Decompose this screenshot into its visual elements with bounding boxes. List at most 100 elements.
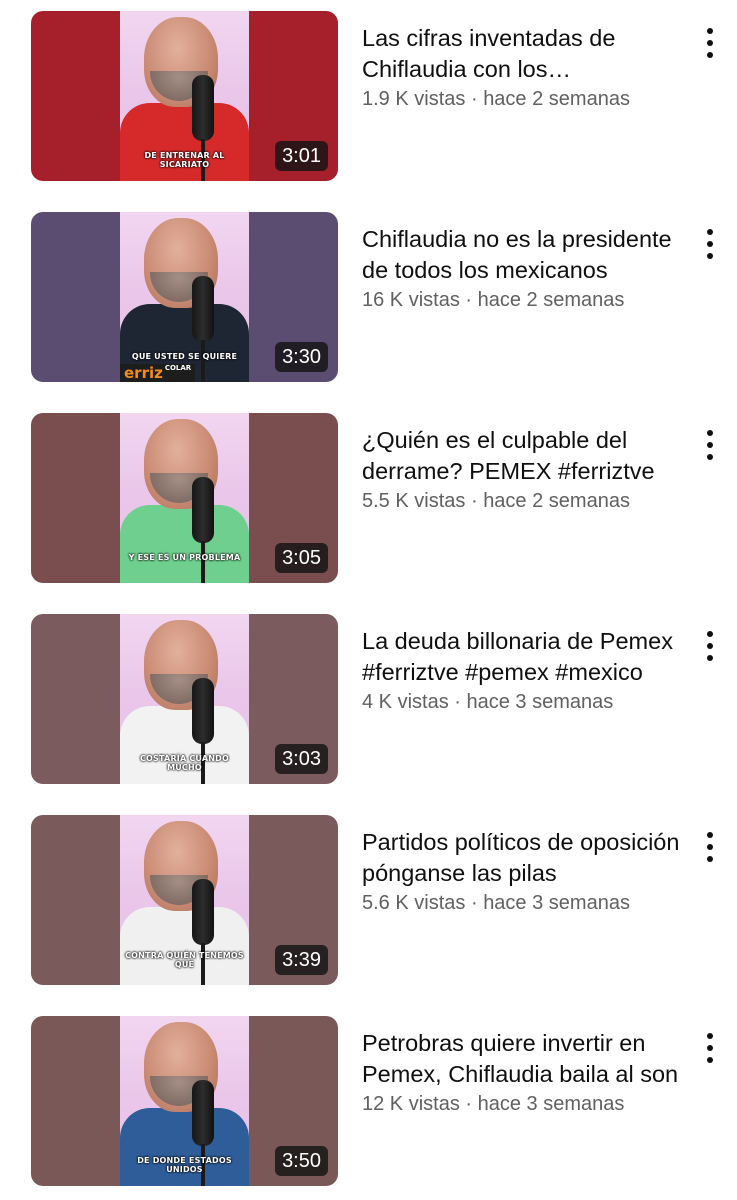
dot <box>707 631 713 637</box>
more-options-icon[interactable] <box>696 1030 724 1066</box>
thumbnail-frame: CONTRA QUIÉN TENEMOS QUE <box>120 815 249 985</box>
dot <box>707 253 713 259</box>
video-title[interactable]: Partidos políticos de oposición pónganse… <box>362 827 684 889</box>
video-item[interactable]: Y ESE ES UN PROBLEMA 3:05 ¿Quién es el c… <box>0 413 737 585</box>
microphone-icon <box>192 276 214 342</box>
video-thumbnail[interactable]: DE ENTRENAR AL SICARIATO 3:01 <box>31 11 338 181</box>
dot <box>707 454 713 460</box>
dot <box>707 1057 713 1063</box>
video-meta: 4 K vistas · hace 3 semanas <box>362 688 684 716</box>
duration-badge: 3:50 <box>275 1146 328 1176</box>
thumbnail-frame: COSTARÍA CUANDO MUCHO <box>120 614 249 784</box>
more-options-icon[interactable] <box>696 427 724 463</box>
microphone-icon <box>192 1080 214 1146</box>
video-meta: 5.5 K vistas · hace 2 semanas <box>362 487 684 515</box>
dot <box>707 856 713 862</box>
more-options-icon[interactable] <box>696 829 724 865</box>
video-info[interactable]: Chiflaudia no es la presidente de todos … <box>362 212 684 314</box>
video-thumbnail[interactable]: Y ESE ES UN PROBLEMA 3:05 <box>31 413 338 583</box>
meta-separator: · <box>470 88 478 110</box>
microphone-stand <box>201 541 205 583</box>
upload-age: hace 3 semanas <box>466 691 614 713</box>
video-meta: 16 K vistas · hace 2 semanas <box>362 286 684 314</box>
video-title[interactable]: ¿Quién es el culpable del derrame? PEMEX… <box>362 425 684 487</box>
microphone-icon <box>192 879 214 945</box>
video-info[interactable]: Partidos políticos de oposición pónganse… <box>362 815 684 917</box>
duration-badge: 3:30 <box>275 342 328 372</box>
microphone-icon <box>192 678 214 744</box>
dot <box>707 241 713 247</box>
video-thumbnail[interactable]: COSTARÍA CUANDO MUCHO 3:03 <box>31 614 338 784</box>
video-info[interactable]: La deuda billonaria de Pemex #ferriztve … <box>362 614 684 716</box>
microphone-stand <box>201 340 205 382</box>
video-meta: 12 K vistas · hace 3 semanas <box>362 1090 684 1118</box>
meta-separator: · <box>465 289 473 311</box>
view-count: 1.9 K vistas <box>362 88 466 110</box>
thumbnail-sub-caption: COLAR <box>164 364 192 372</box>
video-meta: 1.9 K vistas · hace 2 semanas <box>362 85 684 113</box>
dot <box>707 52 713 58</box>
video-meta: 5.6 K vistas · hace 3 semanas <box>362 889 684 917</box>
more-options-icon[interactable] <box>696 628 724 664</box>
dot <box>707 655 713 661</box>
dot <box>707 40 713 46</box>
video-item[interactable]: QUE USTED SE QUIERE erriz COLAR 3:30 Chif… <box>0 212 737 384</box>
upload-age: hace 3 semanas <box>483 892 630 914</box>
thumbnail-caption: DE DONDE ESTADOS UNIDOS <box>137 1156 232 1174</box>
view-count: 4 K vistas <box>362 691 449 713</box>
more-options-icon[interactable] <box>696 25 724 61</box>
thumbnail-shirt <box>120 907 249 985</box>
duration-badge: 3:01 <box>275 141 328 171</box>
video-info[interactable]: Las cifras inventadas de Chiflaudia con … <box>362 11 684 113</box>
duration-badge: 3:05 <box>275 543 328 573</box>
video-item[interactable]: COSTARÍA CUANDO MUCHO 3:03 La deuda bill… <box>0 614 737 786</box>
more-options-icon[interactable] <box>696 226 724 262</box>
microphone-icon <box>192 477 214 543</box>
video-item[interactable]: DE ENTRENAR AL SICARIATO 3:01 Las cifras… <box>0 11 737 183</box>
view-count: 12 K vistas <box>362 1093 460 1115</box>
dot <box>707 442 713 448</box>
video-info[interactable]: Petrobras quiere invertir en Pemex, Chif… <box>362 1016 684 1118</box>
microphone-icon <box>192 75 214 141</box>
upload-age: hace 2 semanas <box>477 289 625 311</box>
dot <box>707 229 713 235</box>
video-info[interactable]: ¿Quién es el culpable del derrame? PEMEX… <box>362 413 684 515</box>
video-title[interactable]: La deuda billonaria de Pemex #ferriztve … <box>362 626 684 688</box>
upload-age: hace 2 semanas <box>483 88 630 110</box>
video-thumbnail[interactable]: QUE USTED SE QUIERE erriz COLAR 3:30 <box>31 212 338 382</box>
view-count: 5.6 K vistas <box>362 892 466 914</box>
dot <box>707 832 713 838</box>
dot <box>707 28 713 34</box>
video-title[interactable]: Las cifras inventadas de Chiflaudia con … <box>362 23 684 85</box>
video-thumbnail[interactable]: CONTRA QUIÉN TENEMOS QUE 3:39 <box>31 815 338 985</box>
thumbnail-frame: DE DONDE ESTADOS UNIDOS <box>120 1016 249 1186</box>
thumbnail-shirt <box>120 505 249 583</box>
video-item[interactable]: DE DONDE ESTADOS UNIDOS 3:50 Petrobras q… <box>0 1016 737 1188</box>
thumbnail-frame: QUE USTED SE QUIERE erriz COLAR <box>120 212 249 382</box>
view-count: 16 K vistas <box>362 289 460 311</box>
duration-badge: 3:39 <box>275 945 328 975</box>
video-title[interactable]: Chiflaudia no es la presidente de todos … <box>362 224 684 286</box>
thumbnail-shirt <box>120 103 249 181</box>
meta-separator: · <box>470 892 478 914</box>
thumbnail-caption: Y ESE ES UN PROBLEMA <box>128 553 241 562</box>
dot <box>707 1033 713 1039</box>
video-list: DE ENTRENAR AL SICARIATO 3:01 Las cifras… <box>0 0 737 1200</box>
thumbnail-frame: DE ENTRENAR AL SICARIATO <box>120 11 249 181</box>
view-count: 5.5 K vistas <box>362 490 466 512</box>
thumbnail-shirt <box>120 706 249 784</box>
thumbnail-caption: DE ENTRENAR AL SICARIATO <box>144 151 225 169</box>
video-title[interactable]: Petrobras quiere invertir en Pemex, Chif… <box>362 1028 684 1090</box>
thumbnail-caption: QUE USTED SE QUIERE <box>131 352 238 361</box>
video-thumbnail[interactable]: DE DONDE ESTADOS UNIDOS 3:50 <box>31 1016 338 1186</box>
dot <box>707 643 713 649</box>
thumbnail-frame: Y ESE ES UN PROBLEMA <box>120 413 249 583</box>
channel-logo: erriz COLAR <box>120 364 196 382</box>
video-item[interactable]: CONTRA QUIÉN TENEMOS QUE 3:39 Partidos p… <box>0 815 737 987</box>
upload-age: hace 3 semanas <box>477 1093 625 1115</box>
dot <box>707 844 713 850</box>
dot <box>707 1045 713 1051</box>
meta-separator: · <box>454 691 461 713</box>
channel-logo-text: erriz <box>124 364 163 382</box>
upload-age: hace 2 semanas <box>483 490 630 512</box>
